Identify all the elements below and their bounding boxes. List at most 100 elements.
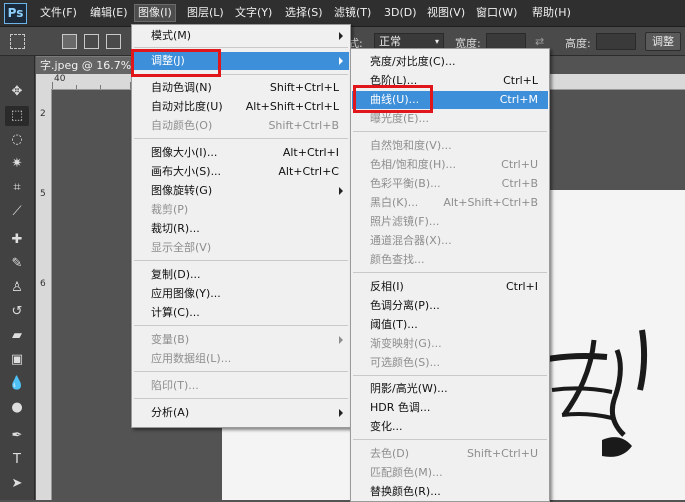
menu-item-label: 色彩平衡(B)... bbox=[370, 177, 441, 190]
menu-filter[interactable]: 滤镜(T) bbox=[331, 5, 374, 21]
menu-file[interactable]: 文件(F) bbox=[37, 5, 80, 21]
menu-item-adjustments[interactable]: 调整(J) bbox=[133, 52, 349, 70]
menu-item-channel-mixer: 通道混合器(X)... bbox=[352, 232, 548, 250]
menu-item-label: 变化... bbox=[370, 420, 403, 433]
adjust-edge-button[interactable]: 调整 bbox=[645, 32, 681, 51]
new-selection-icon[interactable] bbox=[62, 34, 77, 49]
menu-item-label: 反相(I) bbox=[370, 280, 404, 293]
menu-item-shortcut: Alt+Ctrl+I bbox=[282, 146, 339, 159]
menu-item-photo-filter: 照片滤镜(F)... bbox=[352, 213, 548, 231]
menu-item-trap: 陷印(T)... bbox=[133, 377, 349, 395]
menu-item-black-white: 黑白(K)... Alt+Shift+Ctrl+B bbox=[352, 194, 548, 212]
type-tool-icon[interactable]: T bbox=[5, 450, 29, 470]
menu-item-label: 模式(M) bbox=[151, 29, 192, 42]
clone-stamp-tool-icon[interactable]: ♙ bbox=[5, 278, 29, 298]
menu-separator bbox=[353, 272, 547, 273]
crop-tool-icon[interactable]: ⌗ bbox=[5, 178, 29, 198]
menu-3d[interactable]: 3D(D) bbox=[381, 5, 420, 21]
menu-item-label: 去色(D) bbox=[370, 447, 410, 460]
menu-item-canvas-size[interactable]: 画布大小(S)... Alt+Ctrl+C bbox=[133, 163, 349, 181]
menu-item-brightness-contrast[interactable]: 亮度/对比度(C)... bbox=[352, 53, 548, 71]
menu-item-label: 图像旋转(G) bbox=[151, 184, 213, 197]
swap-icon[interactable]: ⇄ bbox=[535, 35, 544, 48]
menu-item-apply-image[interactable]: 应用图像(Y)... bbox=[133, 285, 349, 303]
menu-item-auto-contrast[interactable]: 自动对比度(U) Alt+Shift+Ctrl+L bbox=[133, 98, 349, 116]
menu-item-label: 通道混合器(X)... bbox=[370, 234, 452, 247]
chevron-down-icon: ▾ bbox=[434, 37, 439, 46]
menu-separator bbox=[134, 398, 348, 399]
menu-item-replace-color[interactable]: 替换颜色(R)... bbox=[352, 483, 548, 501]
menu-item-analysis[interactable]: 分析(A) bbox=[133, 404, 349, 422]
menu-view[interactable]: 视图(V) bbox=[424, 5, 468, 21]
ruler-number: 40 bbox=[54, 74, 66, 84]
menu-item-hdr-toning[interactable]: HDR 色调... bbox=[352, 399, 548, 417]
menu-layer[interactable]: 图层(L) bbox=[184, 5, 227, 21]
menu-item-invert[interactable]: 反相(I) Ctrl+I bbox=[352, 278, 548, 296]
submenu-arrow-icon bbox=[339, 187, 343, 195]
submenu-arrow-icon bbox=[339, 57, 343, 65]
menu-item-curves[interactable]: 曲线(U)... Ctrl+M bbox=[352, 91, 548, 109]
document-tab[interactable]: 字.jpeg @ 16.7%( bbox=[36, 56, 140, 74]
marquee-tool-icon[interactable]: ⬚ bbox=[5, 106, 29, 126]
menu-item-calculations[interactable]: 计算(C)... bbox=[133, 304, 349, 322]
eraser-tool-icon[interactable]: ▰ bbox=[5, 326, 29, 346]
menu-item-label: 复制(D)... bbox=[151, 268, 201, 281]
menu-item-label: 曲线(U)... bbox=[370, 93, 420, 106]
menu-window[interactable]: 窗口(W) bbox=[473, 5, 520, 21]
menu-item-shadows-highlights[interactable]: 阴影/高光(W)... bbox=[352, 380, 548, 398]
marquee-options-icon[interactable] bbox=[10, 34, 25, 49]
magic-wand-tool-icon[interactable]: ✷ bbox=[5, 154, 29, 174]
menu-item-shortcut: Alt+Ctrl+C bbox=[278, 165, 339, 178]
menu-item-posterize[interactable]: 色调分离(P)... bbox=[352, 297, 548, 315]
menu-item-exposure: 曝光度(E)... bbox=[352, 110, 548, 128]
blur-tool-icon[interactable]: 💧 bbox=[5, 374, 29, 394]
menu-item-label: 应用数据组(L)... bbox=[151, 352, 232, 365]
menu-item-label: 画布大小(S)... bbox=[151, 165, 222, 178]
adjustments-submenu: 亮度/对比度(C)... 色阶(L)... Ctrl+L 曲线(U)... Ctrl… bbox=[350, 48, 550, 502]
height-input[interactable] bbox=[596, 33, 636, 50]
menu-item-trim[interactable]: 裁切(R)... bbox=[133, 220, 349, 238]
dodge-tool-icon[interactable]: ● bbox=[5, 398, 29, 418]
menu-item-hue-saturation: 色相/饱和度(H)... Ctrl+U bbox=[352, 156, 548, 174]
brush-tool-icon[interactable]: ✎ bbox=[5, 254, 29, 274]
ruler-tick bbox=[52, 82, 53, 89]
healing-brush-tool-icon[interactable]: ✚ bbox=[5, 230, 29, 250]
menu-separator bbox=[134, 325, 348, 326]
menu-item-variations[interactable]: 变化... bbox=[352, 418, 548, 436]
menu-type[interactable]: 文字(Y) bbox=[232, 5, 275, 21]
subtract-selection-icon[interactable] bbox=[106, 34, 121, 49]
menu-item-shortcut: Ctrl+M bbox=[499, 93, 538, 106]
menu-item-threshold[interactable]: 阈值(T)... bbox=[352, 316, 548, 334]
history-brush-tool-icon[interactable]: ↺ bbox=[5, 302, 29, 322]
submenu-arrow-icon bbox=[339, 409, 343, 417]
menu-item-duplicate[interactable]: 复制(D)... bbox=[133, 266, 349, 284]
menu-item-label: 亮度/对比度(C)... bbox=[370, 55, 456, 68]
menu-item-shortcut: Ctrl+L bbox=[503, 74, 538, 87]
menu-item-image-size[interactable]: 图像大小(I)... Alt+Ctrl+I bbox=[133, 144, 349, 162]
eyedropper-tool-icon[interactable]: ⟋ bbox=[5, 202, 29, 222]
add-selection-icon[interactable] bbox=[84, 34, 99, 49]
pen-tool-icon[interactable]: ✒ bbox=[5, 426, 29, 446]
menu-help[interactable]: 帮助(H) bbox=[529, 5, 574, 21]
ruler-number: 5 bbox=[40, 189, 46, 199]
lasso-tool-icon[interactable]: ◌ bbox=[5, 130, 29, 150]
menu-edit[interactable]: 编辑(E) bbox=[87, 5, 131, 21]
menu-item-label: 自然饱和度(V)... bbox=[370, 139, 452, 152]
menu-item-gradient-map: 渐变映射(G)... bbox=[352, 335, 548, 353]
menu-item-image-rotation[interactable]: 图像旋转(G) bbox=[133, 182, 349, 200]
menu-item-auto-tone[interactable]: 自动色调(N) Shift+Ctrl+L bbox=[133, 79, 349, 97]
path-selection-tool-icon[interactable]: ➤ bbox=[5, 474, 29, 494]
menu-item-label: 曝光度(E)... bbox=[370, 112, 430, 125]
style-value: 正常 bbox=[379, 35, 401, 48]
menu-item-mode[interactable]: 模式(M) bbox=[133, 27, 349, 45]
gradient-tool-icon[interactable]: ▣ bbox=[5, 350, 29, 370]
menu-item-label: 色调分离(P)... bbox=[370, 299, 440, 312]
menu-item-label: 渐变映射(G)... bbox=[370, 337, 442, 350]
menu-select[interactable]: 选择(S) bbox=[282, 5, 326, 21]
move-tool-icon[interactable]: ✥ bbox=[5, 82, 29, 102]
menu-item-shortcut: Shift+Ctrl+L bbox=[269, 81, 339, 94]
menubar: Ps 文件(F) 编辑(E) 图像(I) 图层(L) 文字(Y) 选择(S) 滤… bbox=[0, 0, 685, 27]
menu-item-levels[interactable]: 色阶(L)... Ctrl+L bbox=[352, 72, 548, 90]
menu-image[interactable]: 图像(I) bbox=[134, 4, 176, 22]
height-label: 高度: bbox=[565, 37, 591, 50]
